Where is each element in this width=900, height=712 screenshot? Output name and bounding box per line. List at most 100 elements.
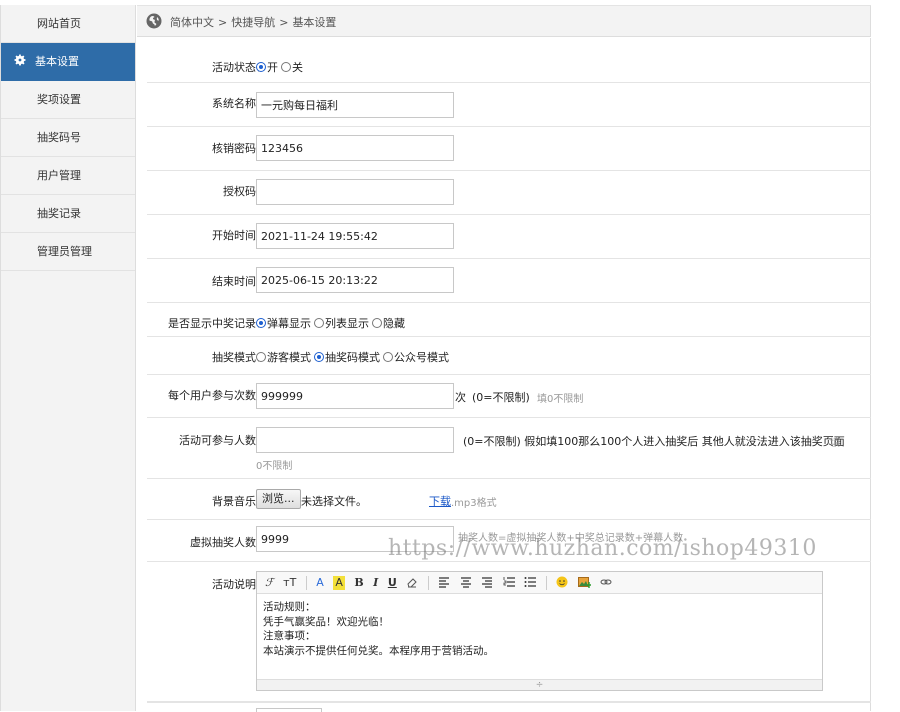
align-center-icon[interactable] [460,572,472,594]
font-color-button[interactable]: A [316,572,324,594]
emoji-icon[interactable] [556,572,568,594]
radio-status-on[interactable] [256,62,266,72]
row-activity-status: 活动状态： 开关 [147,38,871,83]
align-left-icon[interactable] [438,572,450,594]
no-file-text: 未选择文件。 [301,495,367,508]
editor-line: 本站演示不提供任何兑奖。本程序用于营销活动。 [263,644,494,657]
image-icon[interactable] [577,572,591,594]
highlight-color-button[interactable]: A [333,576,345,590]
radio-status-off[interactable] [281,62,291,72]
radio-label: 抽奖码模式 [325,351,380,364]
sidebar: 网站首页 基本设置 奖项设置 抽奖码号 用户管理 抽奖记录 管理员管理 [0,5,136,711]
sidebar-item-prizes[interactable]: 奖项设置 [1,81,135,119]
sidebar-item-basic-settings[interactable]: 基本设置 [1,43,135,81]
sidebar-item-label: 基本设置 [35,55,79,68]
watermark-text: https://www.huzhan.com/ishop49310 [388,536,817,561]
row-end-time: 结束时间： 2025-06-15 20:13:22 [147,259,871,303]
radio-guest-mode[interactable] [256,352,266,362]
editor-resize-handle[interactable]: ÷ [257,679,822,690]
limit-note: (0=不限制) [472,391,530,404]
limit-hint: 填 [830,438,840,449]
sidebar-item-label: 网站首页 [37,17,81,30]
underline-button[interactable]: U [388,572,397,594]
description-editor[interactable]: ℱ тT A A B I U 活动规则： 凭手气赢奖品！欢迎光临！ 注意事项： … [256,571,823,691]
row-bg-music: 背景音乐： 浏览... 未选择文件。 下载 .mp3格式 [147,479,871,520]
sidebar-item-home[interactable]: 网站首页 [1,5,135,43]
font-size-button[interactable]: тT [283,572,296,594]
radio-list[interactable] [314,318,324,328]
link-icon[interactable] [600,572,612,594]
breadcrumb-separator: > [279,16,289,29]
editor-line: 凭手气赢奖品！欢迎光临！ [263,615,389,628]
radio-label: 游客模式 [267,351,311,364]
row-start-time: 开始时间： 2021-11-24 19:55:42 [147,215,871,259]
editor-content[interactable]: 活动规则： 凭手气赢奖品！欢迎光临！ 注意事项： 本站演示不提供任何兑奖。本程序… [257,594,822,664]
globe-icon [146,13,162,29]
radio-hide[interactable] [372,318,382,328]
gear-icon [14,54,26,66]
breadcrumb-item: 基本设置 [292,16,337,29]
ordered-list-icon[interactable] [503,572,515,594]
editor-line: 活动规则： [263,601,316,613]
limit-hint: 填0不限制 [537,394,584,405]
radio-label: 关 [292,61,303,74]
breadcrumb-item[interactable]: 快捷导航 [231,16,275,29]
start-time-input[interactable]: 2021-11-24 19:55:42 [256,223,454,249]
sidebar-item-label: 抽奖码号 [37,131,81,144]
browse-button[interactable]: 浏览... [256,489,301,509]
breadcrumb-item[interactable]: 简体中文 [170,16,214,29]
sidebar-item-label: 抽奖记录 [37,207,81,220]
sidebar-item-admins[interactable]: 管理员管理 [1,233,135,271]
activity-status-radios: 开关 [256,59,306,75]
toolbar-divider [545,576,547,590]
download-link[interactable]: 下载 [429,493,451,509]
row-auth-code: 授权码： [147,171,871,215]
radio-label: 列表显示 [325,317,369,330]
row-divider [147,702,871,703]
unordered-list-icon[interactable] [524,572,537,594]
toolbar-divider [427,576,429,590]
radio-danmaku[interactable] [256,318,266,328]
sidebar-item-users[interactable]: 用户管理 [1,157,135,195]
draw-mode-radios: 游客模式 抽奖码模式 公众号模式 [256,349,452,365]
sidebar-item-label: 奖项设置 [37,93,81,106]
eraser-icon[interactable] [406,572,418,594]
radio-label: 隐藏 [383,317,405,330]
italic-button[interactable]: I [373,572,378,594]
app: 网站首页 基本设置 奖项设置 抽奖码号 用户管理 抽奖记录 管理员管理 简体中文… [0,0,900,712]
row-system-name: 系统名称： 一元购每日福利 [147,83,871,127]
next-field-input[interactable] [256,708,322,712]
max-participants-input[interactable] [256,427,454,453]
topbar: 简体中文 > 快捷导航 > 基本设置 [137,5,871,37]
row-max-participants: 活动可参与人数： (0=不限制) 假如填100那么100个人进入抽奖后 其他人就… [147,418,871,479]
show-records-radios: 弹幕显示 列表显示 隐藏 [256,315,408,331]
align-right-icon[interactable] [481,572,493,594]
row-draw-mode: 抽奖模式： 游客模式 抽奖码模式 公众号模式 [147,337,871,375]
radio-label: 弹幕显示 [267,317,311,330]
system-name-input[interactable]: 一元购每日福利 [256,92,454,118]
radio-code-mode[interactable] [314,352,324,362]
editor-line: 注意事项： [263,630,316,642]
sidebar-item-codes[interactable]: 抽奖码号 [1,119,135,157]
format-hint: .mp3格式 [451,498,497,509]
auth-code-input[interactable] [256,179,454,205]
limit-note: (0=不限制) 假如填100那么100个人进入抽奖后 其他人就没法进入该抽奖页面 [463,435,845,448]
font-family-button[interactable]: ℱ [265,572,274,594]
sidebar-item-records[interactable]: 抽奖记录 [1,195,135,233]
radio-label: 公众号模式 [394,351,449,364]
breadcrumb-separator: > [218,16,228,29]
breadcrumb: 简体中文 > 快捷导航 > 基本设置 [170,14,340,30]
field-label: 活动可参与人数： [179,434,267,447]
limit-hint: 0不限制 [256,461,293,472]
unit-text: 次 [455,391,466,404]
radio-wechat-mode[interactable] [383,352,393,362]
toolbar-divider [305,576,307,590]
end-time-input[interactable]: 2025-06-15 20:13:22 [256,267,454,293]
field-label: 每个用户参与次数： [168,389,267,402]
times-per-user-input[interactable]: 999999 [256,383,454,409]
verify-password-input[interactable]: 123456 [256,135,454,161]
radio-label: 开 [267,61,278,74]
bold-button[interactable]: B [354,572,363,594]
row-verify-password: 核销密码： 123456 [147,127,871,171]
field-label: 是否显示中奖记录： [168,317,267,330]
